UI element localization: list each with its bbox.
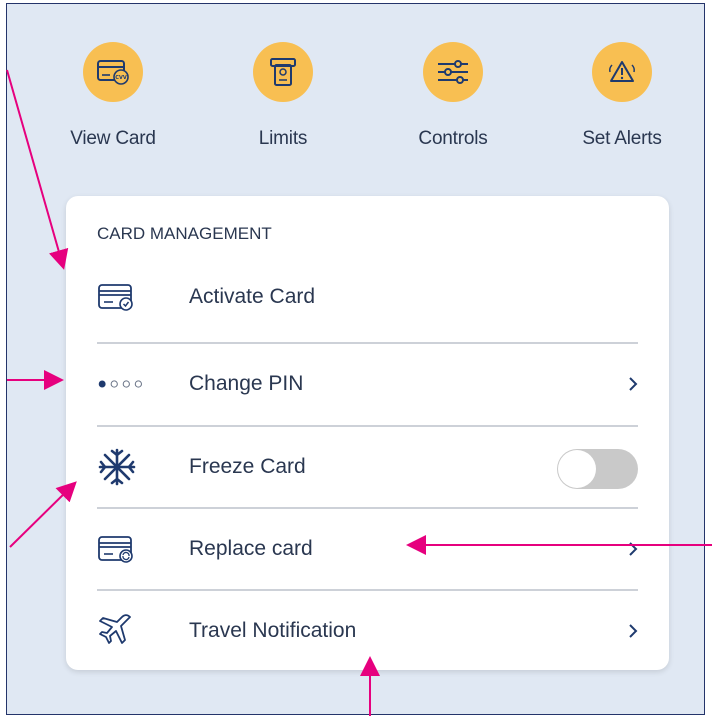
set-alerts-label: Set Alerts — [582, 128, 662, 149]
freeze-card-row: Freeze Card — [97, 426, 638, 508]
replace-card-row[interactable]: Replace card — [97, 508, 638, 590]
chevron-right-icon — [618, 590, 638, 672]
card-refresh-icon — [97, 508, 147, 590]
card-check-icon — [97, 256, 147, 338]
replace-card-label: Replace card — [189, 537, 313, 560]
travel-notification-row[interactable]: Travel Notification — [97, 590, 638, 672]
chevron-right-icon — [618, 343, 638, 425]
controls-button[interactable]: Controls — [393, 42, 513, 150]
activate-card-label: Activate Card — [189, 285, 316, 308]
atm-icon — [253, 42, 313, 102]
card-management-heading: CARD MANAGEMENT — [97, 224, 272, 243]
view-card-button[interactable]: CVV View Card — [53, 42, 173, 150]
change-pin-row[interactable]: Change PIN — [97, 343, 638, 425]
set-alerts-button[interactable]: Set Alerts — [562, 42, 682, 150]
alert-triangle-icon — [592, 42, 652, 102]
svg-text:CVV: CVV — [115, 75, 127, 81]
card-management-panel: CARD MANAGEMENT Activate Card Change PIN… — [66, 196, 669, 670]
freeze-card-label: Freeze Card — [189, 455, 306, 478]
airplane-icon — [97, 590, 147, 672]
limits-button[interactable]: Limits — [223, 42, 343, 150]
change-pin-label: Change PIN — [189, 372, 304, 395]
chevron-right-icon — [618, 508, 638, 590]
snowflake-icon — [97, 426, 147, 508]
freeze-card-toggle[interactable] — [557, 449, 638, 489]
cvv-card-icon: CVV — [83, 42, 143, 102]
activate-card-row[interactable]: Activate Card — [97, 256, 638, 338]
view-card-label: View Card — [70, 128, 156, 149]
toggle-knob — [558, 450, 596, 488]
travel-notification-label: Travel Notification — [189, 619, 357, 642]
pin-dots-icon — [97, 343, 147, 425]
sliders-icon — [423, 42, 483, 102]
screen-frame: CVV View Card Limits Controls Set Alerts… — [6, 3, 705, 715]
limits-label: Limits — [258, 128, 308, 149]
controls-label: Controls — [418, 128, 488, 149]
